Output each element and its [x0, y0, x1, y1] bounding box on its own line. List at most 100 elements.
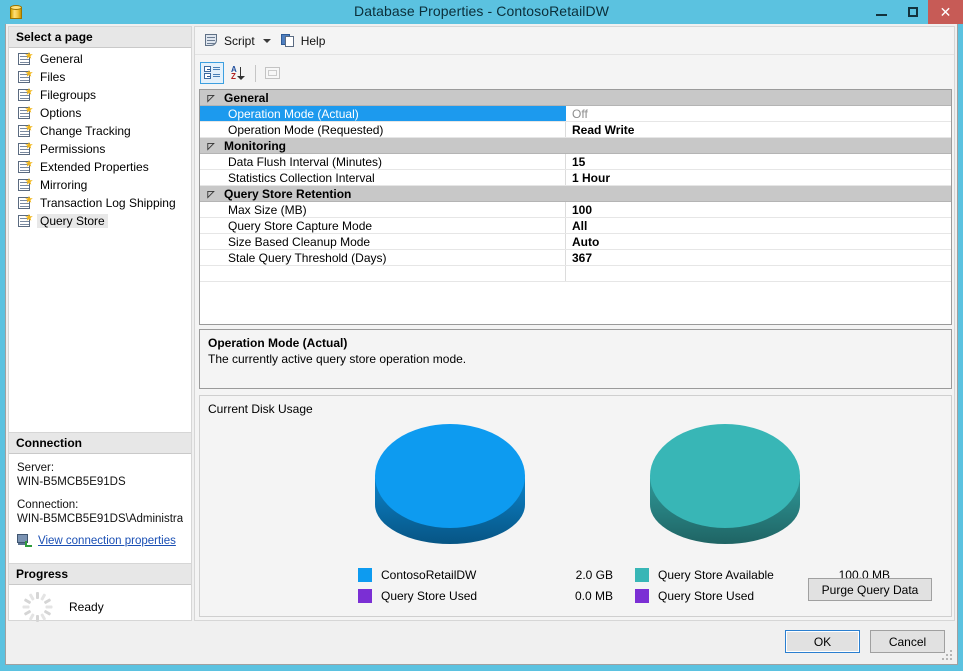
property-row[interactable]: Max Size (MB) 100 [200, 202, 951, 218]
property-name: Query Store Capture Mode [200, 218, 566, 233]
property-value[interactable]: All [566, 218, 951, 233]
sidebar-item-mirroring[interactable]: Mirroring [9, 177, 191, 193]
page-document-icon [18, 123, 33, 138]
sidebar-item-label: Filegroups [40, 88, 97, 102]
legend-label: Query Store Used [381, 588, 478, 603]
cancel-button[interactable]: Cancel [870, 630, 945, 653]
categorized-view-button[interactable] [200, 62, 224, 84]
property-value[interactable]: 1 Hour [566, 170, 951, 185]
sidebar-item-label: Query Store [37, 214, 108, 228]
property-category-row[interactable]: ◸ Monitoring [200, 138, 951, 154]
help-label: Help [300, 33, 326, 48]
property-value[interactable]: 100 [566, 202, 951, 217]
legend-item: Query Store Used 0.0 MB [358, 585, 613, 606]
sidebar-item-filegroups[interactable]: Filegroups [9, 87, 191, 103]
property-pages-icon [265, 66, 281, 80]
sidebar-item-extended-properties[interactable]: Extended Properties [9, 159, 191, 175]
property-pages-button[interactable] [261, 62, 285, 84]
page-document-icon [18, 51, 33, 66]
progress-spinner-icon [21, 591, 53, 623]
category-expander-icon[interactable]: ◸ [200, 186, 222, 201]
page-content-panel: Script Help AZ ◸ General Operation Mode … [194, 26, 955, 621]
property-grid-toolbar: AZ [199, 61, 952, 85]
page-document-icon [18, 213, 33, 228]
connection-label: Connection: [17, 499, 79, 511]
resize-grip[interactable] [942, 650, 954, 662]
connection-header: Connection [9, 433, 191, 454]
maximize-button[interactable] [897, 0, 928, 24]
category-expander-icon[interactable]: ◸ [200, 90, 222, 105]
purge-query-data-button[interactable]: Purge Query Data [808, 578, 932, 601]
help-icon [280, 33, 297, 48]
script-button[interactable]: Script [201, 30, 258, 52]
property-value[interactable]: Auto [566, 234, 951, 249]
close-icon[interactable]: ✕ [928, 0, 963, 24]
property-value[interactable]: 367 [566, 250, 951, 265]
property-grid[interactable]: ◸ General Operation Mode (Actual) Off Operat… [199, 89, 952, 325]
sidebar-item-permissions[interactable]: Permissions [9, 141, 191, 157]
chevron-down-icon[interactable] [262, 38, 271, 43]
property-name: Stale Query Threshold (Days) [200, 250, 566, 265]
legend-swatch [635, 588, 649, 603]
property-value[interactable]: Off [566, 106, 951, 121]
sidebar-item-transaction-log-shipping[interactable]: Transaction Log Shipping [9, 195, 191, 211]
page-document-icon [18, 105, 33, 120]
title-bar: Database Properties - ContosoRetailDW ✕ [0, 0, 963, 24]
legend-value: 0.0 MB [574, 588, 613, 603]
sidebar-item-options[interactable]: Options [9, 105, 191, 121]
property-row[interactable]: Query Store Capture Mode All [200, 218, 951, 234]
property-value[interactable]: Read Write [566, 122, 951, 137]
sidebar-item-query-store[interactable]: Query Store [9, 213, 191, 229]
sidebar-item-label: Change Tracking [40, 124, 131, 138]
sidebar-item-label: Mirroring [40, 178, 88, 192]
property-row[interactable]: Statistics Collection Interval 1 Hour [200, 170, 951, 186]
connection-properties-icon [17, 534, 33, 548]
page-document-icon [18, 177, 33, 192]
category-name: Query Store Retention [224, 187, 352, 201]
current-disk-usage-panel: Current Disk Usage ContosoRetailDW 2.0 GB… [199, 395, 952, 617]
sidebar-item-files[interactable]: Files [9, 69, 191, 85]
sidebar-item-general[interactable]: General [9, 51, 191, 67]
sidebar-item-label: Options [40, 106, 82, 120]
category-expander-icon[interactable]: ◸ [200, 138, 222, 153]
property-row[interactable]: Size Based Cleanup Mode Auto [200, 234, 951, 250]
page-document-icon [18, 159, 33, 174]
server-label: Server: [17, 462, 55, 474]
alphabetical-sort-button[interactable]: AZ [226, 62, 250, 84]
sidebar-item-label: Transaction Log Shipping [40, 196, 176, 210]
progress-status: Ready [69, 600, 104, 614]
property-name: Operation Mode (Requested) [200, 122, 566, 137]
page-document-icon [18, 87, 33, 102]
ok-button[interactable]: OK [785, 630, 860, 653]
legend-item: ContosoRetailDW 2.0 GB [358, 564, 613, 585]
view-connection-properties-link[interactable]: View connection properties [38, 535, 176, 547]
server-value: WIN-B5MCB5E91DS [17, 476, 126, 488]
property-row[interactable]: Data Flush Interval (Minutes) 15 [200, 154, 951, 170]
page-document-icon [18, 141, 33, 156]
legend-value: 2.0 GB [575, 567, 613, 582]
sidebar-item-label: Permissions [40, 142, 106, 156]
pie-top-database [375, 424, 525, 528]
progress-header: Progress [9, 564, 191, 585]
toolbar-divider [255, 64, 256, 82]
minimize-button[interactable] [866, 0, 897, 24]
property-row[interactable]: Stale Query Threshold (Days) 367 [200, 250, 951, 266]
legend-swatch [358, 588, 372, 603]
sidebar-item-label: Files [40, 70, 66, 84]
property-row[interactable]: Operation Mode (Requested) Read Write [200, 122, 951, 138]
connection-value: WIN-B5MCB5E91DS\Administrato [17, 513, 183, 525]
sidebar-item-change-tracking[interactable]: Change Tracking [9, 123, 191, 139]
legend-label: Query Store Used [658, 588, 755, 603]
progress-panel: Progress Ready [8, 563, 192, 623]
category-name: Monitoring [224, 139, 286, 153]
category-name: General [224, 91, 269, 105]
property-row[interactable]: Operation Mode (Actual) Off [200, 106, 951, 122]
legend-swatch [358, 567, 372, 582]
help-button[interactable]: Help [278, 30, 329, 52]
property-category-row[interactable]: ◸ General [200, 90, 951, 106]
legend-group-database: ContosoRetailDW 2.0 GB Query Store Used 0.0… [358, 564, 613, 606]
property-value[interactable]: 15 [566, 154, 951, 169]
property-name: Max Size (MB) [200, 202, 566, 217]
script-icon [204, 33, 220, 48]
property-category-row[interactable]: ◸ Query Store Retention [200, 186, 951, 202]
